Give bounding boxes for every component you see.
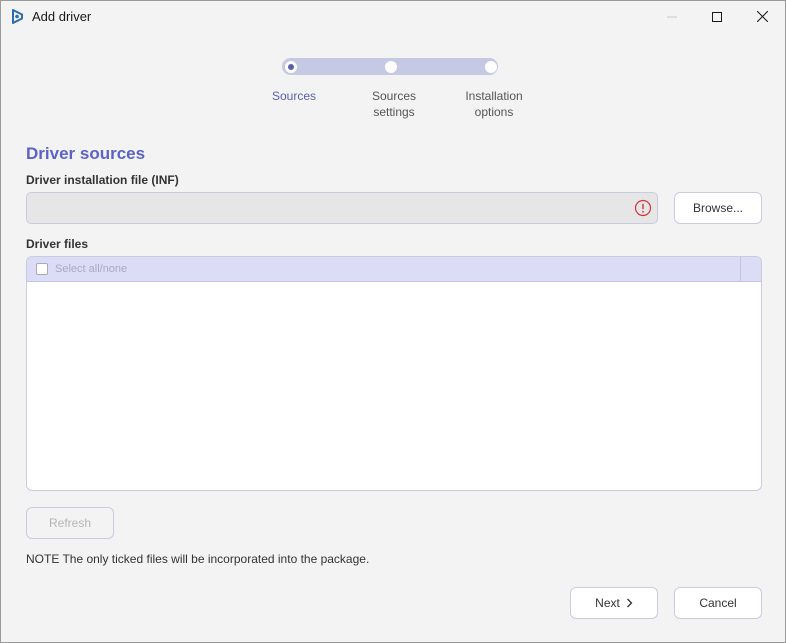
driver-files-label: Driver files <box>26 237 89 251</box>
window-title: Add driver <box>32 9 92 24</box>
chevron-right-icon <box>626 598 633 608</box>
step-label-line: Sources <box>371 89 417 103</box>
close-icon <box>756 11 768 22</box>
note-text: NOTE The only ticked files will be incor… <box>26 552 370 566</box>
app-logo-icon <box>12 9 23 24</box>
browse-button[interactable]: Browse... <box>674 192 762 224</box>
next-button-label: Next <box>595 596 620 610</box>
column-divider[interactable] <box>740 257 741 282</box>
title-bar[interactable]: Add driver <box>1 1 785 32</box>
driver-files-table[interactable]: Select all/none <box>26 256 762 491</box>
step-label-line: Installation <box>465 89 523 103</box>
select-all-label[interactable]: Select all/none <box>55 263 127 275</box>
inf-file-label: Driver installation file (INF) <box>26 173 179 187</box>
step-dot-installation-options <box>485 61 497 73</box>
step-label-sources: Sources <box>244 88 344 104</box>
table-header: Select all/none <box>27 257 761 282</box>
cancel-button[interactable]: Cancel <box>674 587 762 619</box>
browse-button-label: Browse... <box>692 201 743 215</box>
minimize-button[interactable] <box>649 1 695 32</box>
section-heading: Driver sources <box>26 144 146 163</box>
step-dot-sources-settings <box>385 61 397 73</box>
add-driver-window: Add driver Sources Sources settings Inst <box>0 0 786 643</box>
maximize-icon <box>712 11 722 22</box>
refresh-button-label: Refresh <box>48 516 92 530</box>
inf-file-input[interactable] <box>26 192 658 224</box>
step-label-line: Sources <box>271 89 317 103</box>
close-button[interactable] <box>739 1 785 32</box>
step-label-sources-settings: Sources settings <box>344 88 444 120</box>
refresh-button[interactable]: Refresh <box>26 507 114 539</box>
step-label-installation-options: Installation options <box>444 88 544 120</box>
cancel-button-label: Cancel <box>699 596 737 610</box>
step-label-line: options <box>474 105 514 119</box>
select-all-checkbox[interactable] <box>36 263 48 275</box>
maximize-button[interactable] <box>694 1 740 32</box>
minimize-icon <box>667 16 677 17</box>
next-button[interactable]: Next <box>570 587 658 619</box>
step-label-line: settings <box>373 105 415 119</box>
error-icon <box>634 199 652 217</box>
step-dot-sources <box>285 61 297 73</box>
